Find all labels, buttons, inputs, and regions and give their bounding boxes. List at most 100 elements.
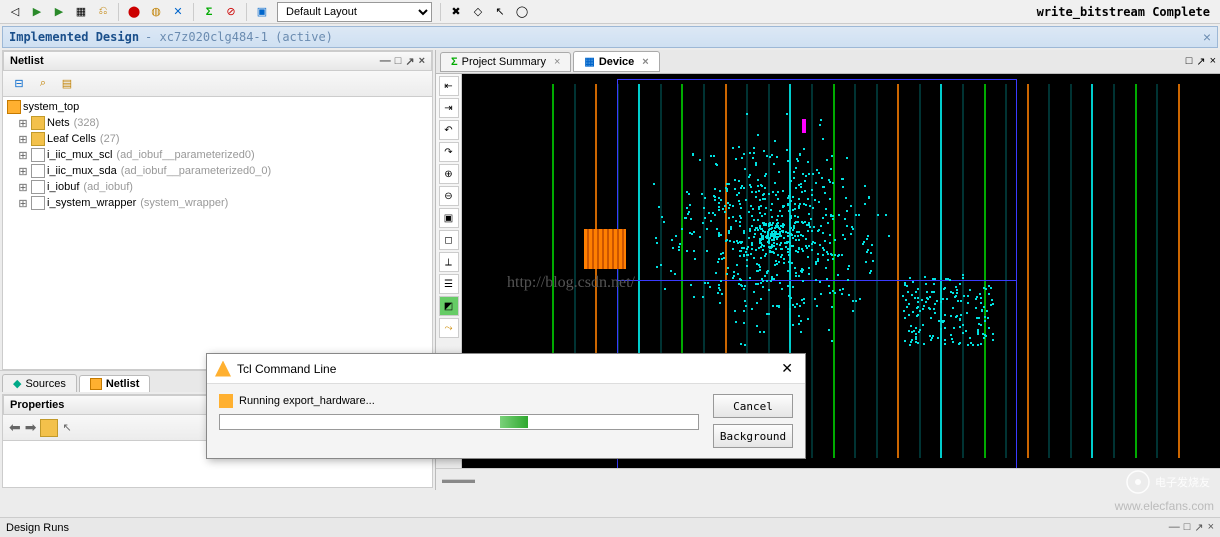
right-tabs: Σ Project Summary × ▦ Device × □ ↗ ×: [436, 50, 1220, 74]
app-icon: [215, 361, 231, 377]
route-icon[interactable]: ⤳: [439, 318, 459, 338]
expand-icon[interactable]: ⊞: [17, 197, 29, 210]
tree-item[interactable]: ⊞ i_iic_mux_sda (ad_iobuf__parameterized…: [5, 163, 430, 179]
tree-item[interactable]: ⊞ i_iic_mux_scl (ad_iobuf__parameterized…: [5, 147, 430, 163]
site-logo: 电子发烧友: [1090, 467, 1210, 497]
collapse-icon[interactable]: ⊟: [8, 73, 30, 95]
background-button[interactable]: Background: [713, 424, 793, 448]
tree-item[interactable]: ⊞ Nets (328): [5, 115, 430, 131]
pointer-icon[interactable]: ↖: [491, 3, 509, 21]
chip-icon[interactable]: ▦: [72, 3, 90, 21]
back-icon[interactable]: ◁: [6, 3, 24, 21]
tools-icon[interactable]: ✕: [169, 3, 187, 21]
region-label: X1Y0: [742, 466, 769, 468]
site-url: www.elecfans.com: [1115, 499, 1214, 513]
zoom-in-icon[interactable]: ⊕: [439, 164, 459, 184]
properties-title: Properties: [10, 399, 64, 411]
netlist-tree[interactable]: system_top ⊞ Nets (328) ⊞ Leaf Cells (27…: [3, 97, 432, 369]
play2-icon[interactable]: ▶: [50, 3, 68, 21]
report-icon[interactable]: ☰: [439, 274, 459, 294]
prev-icon[interactable]: ⇤: [439, 76, 459, 96]
filter-icon[interactable]: ▤: [56, 73, 78, 95]
highlight-icon[interactable]: ◩: [439, 296, 459, 316]
expand-icon[interactable]: ⊞: [17, 181, 29, 194]
minimize-icon[interactable]: —: [380, 55, 391, 68]
sources-icon: ◆: [13, 377, 21, 390]
close-icon[interactable]: ×: [419, 55, 425, 68]
undo-icon[interactable]: ↶: [439, 120, 459, 140]
main-toolbar: ◁ ▶ ▶ ▦ ⎌ ⬤ ◍ ✕ Σ ⊘ ▣ Default Layout ✖ ◇…: [0, 0, 1220, 24]
cell-icon: [31, 148, 45, 162]
tree-item[interactable]: ⊞ Leaf Cells (27): [5, 131, 430, 147]
banner-close-icon[interactable]: ×: [1203, 29, 1211, 45]
close-tab-icon[interactable]: ×: [642, 56, 648, 68]
play-icon[interactable]: ▶: [28, 3, 46, 21]
close-tab-icon[interactable]: ×: [554, 56, 560, 68]
design-runs-title: Design Runs: [6, 522, 69, 534]
globe-icon[interactable]: ◍: [147, 3, 165, 21]
maximize-icon[interactable]: □: [1184, 521, 1191, 534]
restore-icon[interactable]: ↗: [405, 55, 414, 68]
restore-icon[interactable]: ↗: [1194, 521, 1203, 534]
dialog-close-icon[interactable]: ✕: [777, 360, 797, 377]
module-icon: [7, 100, 21, 114]
sigma-icon[interactable]: Σ: [200, 3, 218, 21]
zoom-fit-icon[interactable]: ▣: [439, 208, 459, 228]
layout-icon[interactable]: ▣: [253, 3, 271, 21]
netlist-title: Netlist: [10, 55, 44, 67]
netlist-header: Netlist — □ ↗ ×: [3, 51, 432, 71]
zoom-out-icon[interactable]: ⊖: [439, 186, 459, 206]
close-icon[interactable]: ×: [1210, 55, 1216, 68]
next-icon[interactable]: ⇥: [439, 98, 459, 118]
box-icon[interactable]: [40, 419, 58, 437]
drawer-icon[interactable]: ▬▬▬: [442, 474, 475, 486]
expand-icon[interactable]: ⊞: [17, 165, 29, 178]
sigma-icon: Σ: [451, 56, 458, 68]
tree-item[interactable]: ⊞ i_system_wrapper (system_wrapper): [5, 195, 430, 211]
cancel-icon[interactable]: ⊘: [222, 3, 240, 21]
close-icon[interactable]: ×: [1208, 521, 1214, 534]
expand-icon[interactable]: ⊞: [17, 117, 29, 130]
tree-root[interactable]: system_top: [5, 99, 430, 115]
maximize-icon[interactable]: □: [395, 55, 402, 68]
cell-icon: [31, 196, 45, 210]
status-text: write_bitstream Complete: [1037, 5, 1216, 19]
maximize-icon[interactable]: □: [1186, 55, 1193, 68]
folder-icon: [31, 132, 45, 146]
tab-device[interactable]: ▦ Device ×: [573, 51, 659, 72]
tab-netlist[interactable]: Netlist: [79, 375, 151, 392]
dialog-title: Tcl Command Line: [237, 362, 336, 376]
task-icon: [219, 394, 233, 408]
stop-icon[interactable]: ⬤: [125, 3, 143, 21]
tab-project-summary[interactable]: Σ Project Summary ×: [440, 52, 571, 72]
back-icon[interactable]: ⬅: [9, 419, 21, 436]
layout-select[interactable]: Default Layout: [277, 2, 432, 22]
expand-icon[interactable]: ⊞: [17, 133, 29, 146]
tab-sources[interactable]: ◆ Sources: [2, 374, 77, 392]
diamond-icon[interactable]: ◇: [469, 3, 487, 21]
netlist-panel: Netlist — □ ↗ × ⊟ ⌕ ▤ system_top: [2, 50, 433, 370]
pointer-icon[interactable]: ↖: [62, 421, 71, 434]
dialog-message: Running export_hardware...: [239, 395, 375, 407]
tree-item[interactable]: ⊞ i_iobuf (ad_iobuf): [5, 179, 430, 195]
netlist-icon: [90, 378, 102, 390]
design-banner: Implemented Design - xc7z020clg484-1 (ac…: [2, 26, 1218, 48]
cancel-button[interactable]: Cancel: [713, 394, 793, 418]
ruler-icon[interactable]: ⟂: [439, 252, 459, 272]
pin-icon[interactable]: ✖: [447, 3, 465, 21]
branch-icon[interactable]: ⎌: [94, 3, 112, 21]
minimize-icon[interactable]: —: [1169, 521, 1180, 534]
find-icon[interactable]: ⌕: [32, 73, 54, 95]
forward-icon[interactable]: ➡: [25, 419, 37, 436]
netlist-toolbar: ⊟ ⌕ ▤: [3, 71, 432, 97]
bram-marker: [802, 119, 806, 133]
expand-icon[interactable]: ⊞: [17, 149, 29, 162]
restore-icon[interactable]: ↗: [1196, 55, 1205, 68]
region-label: 0 Y0: [567, 466, 594, 468]
banner-title: Implemented Design: [9, 30, 139, 44]
redo-icon[interactable]: ↷: [439, 142, 459, 162]
watermark-text: http://blog.csdn.net/: [507, 274, 635, 292]
select-icon[interactable]: ◻: [439, 230, 459, 250]
tcl-dialog: Tcl Command Line ✕ Running export_hardwa…: [206, 353, 806, 459]
bubble-icon[interactable]: ◯: [513, 3, 531, 21]
